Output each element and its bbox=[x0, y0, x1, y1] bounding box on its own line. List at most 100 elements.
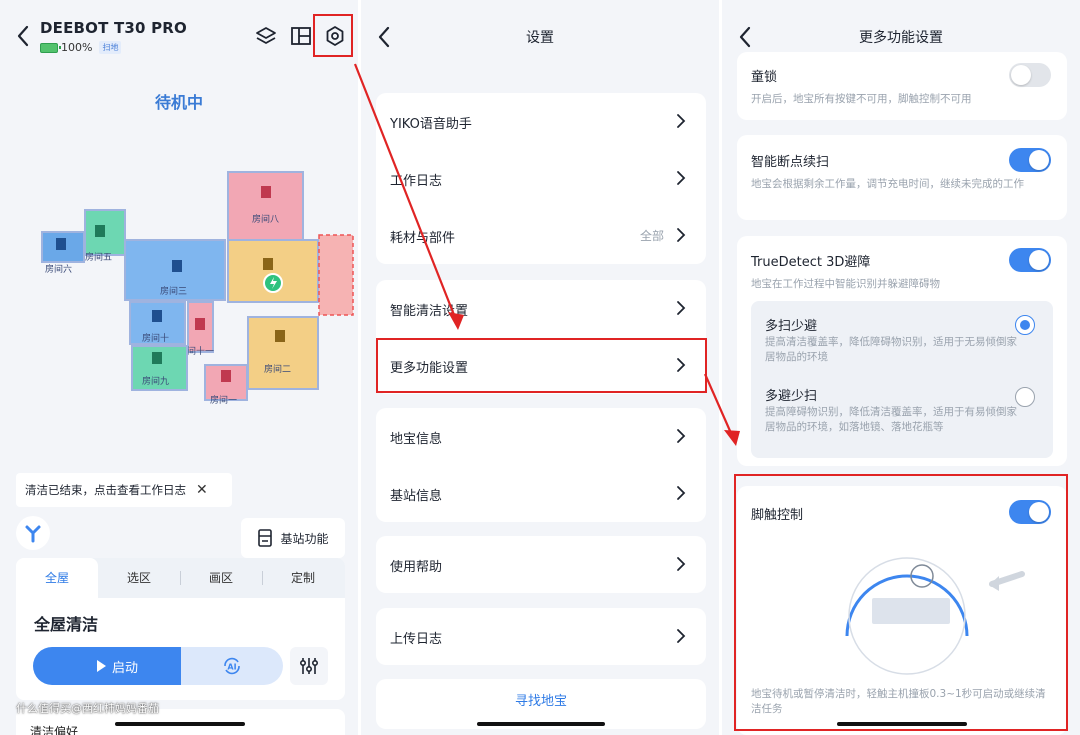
room-house1[interactable]: 房间一 bbox=[204, 364, 248, 406]
child-lock-card: 童锁 开启后，地宝所有按键不可用，脚触控制不可用 bbox=[737, 52, 1067, 120]
robot-home-screen: DEEBOT T30 PRO 100% 扫地 待机中 房间八 房间五 房间六 房… bbox=[0, 0, 358, 735]
row-label: 耗材与部件 bbox=[390, 231, 456, 246]
settings-group-4: 使用帮助 bbox=[376, 536, 706, 593]
svg-text:AI: AI bbox=[227, 663, 236, 672]
device-name: DEEBOT T30 PRO bbox=[40, 19, 188, 37]
foot-control-highlight-box bbox=[734, 474, 1068, 731]
clean-mode-card: 全屋 选区 画区 定制 全屋清洁 启动 AI bbox=[16, 558, 345, 700]
ai-clean-button[interactable]: AI bbox=[181, 647, 283, 685]
settings-row-help[interactable]: 使用帮助 bbox=[376, 536, 706, 593]
room-label: 房间二 bbox=[264, 363, 291, 375]
option-radio[interactable] bbox=[1015, 387, 1035, 407]
clean-preferences-button[interactable] bbox=[290, 647, 328, 685]
room-house10[interactable]: 房间十 bbox=[129, 301, 186, 345]
suction-fan-button[interactable] bbox=[16, 516, 50, 550]
chevron-right-icon bbox=[677, 429, 686, 443]
chevron-right-icon bbox=[677, 557, 686, 571]
option-more-avoid[interactable]: 多避少扫 提高障碍物识别，降低清洁覆盖率，适用于有易倾倒家居物品的环境，如落地镜… bbox=[751, 377, 1053, 458]
room-label: 房间八 bbox=[252, 213, 279, 225]
robot-status: 待机中 bbox=[154, 93, 203, 112]
battery-status: 100% 扫地 bbox=[40, 41, 122, 54]
settings-group-3: 地宝信息 基站信息 bbox=[376, 408, 706, 522]
option-desc: 提高清洁覆盖率，降低障碍物识别，适用于无易倾倒家居物品的环境 bbox=[765, 336, 1017, 363]
close-icon[interactable]: ✕ bbox=[196, 482, 208, 498]
resume-desc: 地宝会根据剩余工作量，调节充电时间，继续未完成的工作 bbox=[751, 178, 1024, 190]
sliders-icon bbox=[299, 658, 319, 674]
room-house5[interactable]: 房间五 bbox=[84, 209, 126, 263]
resume-toggle[interactable] bbox=[1009, 148, 1051, 172]
start-button[interactable]: 启动 bbox=[33, 647, 201, 685]
settings-row-work-log[interactable]: 工作日志 bbox=[376, 150, 706, 207]
row-label: 基站信息 bbox=[390, 489, 443, 504]
chevron-right-icon bbox=[677, 114, 686, 128]
room-label: 房间三 bbox=[160, 285, 187, 297]
truedetect-desc: 地宝在工作过程中智能识别并躲避障碍物 bbox=[751, 278, 940, 290]
settings-group-5: 上传日志 bbox=[376, 608, 706, 665]
settings-row-smart-clean[interactable]: 智能清洁设置 bbox=[376, 280, 706, 337]
tab-select-area[interactable]: 选区 bbox=[98, 558, 180, 598]
row-label: 地宝信息 bbox=[390, 432, 443, 447]
room-label: 房间五 bbox=[85, 251, 112, 263]
more-features-screen: 更多功能设置 童锁 开启后，地宝所有按键不可用，脚触控制不可用 智能断点续扫 地… bbox=[722, 0, 1080, 735]
page-title: 更多功能设置 bbox=[859, 30, 943, 46]
room-living[interactable] bbox=[227, 239, 319, 303]
row-label: YIKO语音助手 bbox=[390, 117, 472, 132]
fan-icon bbox=[25, 525, 41, 543]
settings-row-yiko[interactable]: YIKO语音助手 bbox=[376, 93, 706, 150]
row-label: 工作日志 bbox=[390, 174, 443, 189]
tab-whole-house[interactable]: 全屋 bbox=[16, 558, 98, 598]
settings-group-1: YIKO语音助手 工作日志 耗材与部件 全部 bbox=[376, 93, 706, 264]
row-value: 全部 bbox=[639, 229, 664, 243]
start-label: 启动 bbox=[111, 660, 138, 676]
chevron-right-icon bbox=[677, 228, 686, 242]
cleaning-finished-notice[interactable]: 清洁已结束，点击查看工作日志 ✕ bbox=[16, 473, 232, 507]
option-desc: 提高障碍物识别，降低清洁覆盖率，适用于有易倾倒家居物品的环境，如落地镜、落地花瓶… bbox=[765, 406, 1017, 433]
bottom-card-label: 清洁偏好 bbox=[30, 725, 79, 735]
settings-row-consumables[interactable]: 耗材与部件 全部 bbox=[376, 207, 706, 264]
room-house3[interactable]: 房间三 bbox=[124, 239, 226, 301]
resume-clean-card: 智能断点续扫 地宝会根据剩余工作量，调节充电时间，继续未完成的工作 bbox=[737, 135, 1067, 220]
truedetect-title: TrueDetect 3D避障 bbox=[751, 255, 871, 270]
room-label: 房间一 bbox=[210, 394, 237, 406]
floor-map[interactable]: 房间八 房间五 房间六 房间三 房间十 房间十一 房间九 房间二 房间一 bbox=[30, 160, 358, 410]
home-indicator bbox=[115, 722, 245, 726]
settings-row-robot-info[interactable]: 地宝信息 bbox=[376, 408, 706, 465]
chevron-right-icon bbox=[677, 486, 686, 500]
child-lock-toggle[interactable] bbox=[1009, 63, 1051, 87]
card-title: 全屋清洁 bbox=[34, 615, 99, 634]
station-label: 基站功能 bbox=[280, 531, 329, 546]
room-house9[interactable]: 房间九 bbox=[131, 345, 188, 391]
option-more-clean[interactable]: 多扫少避 提高清洁覆盖率，降低障碍物识别，适用于无易倾倒家居物品的环境 bbox=[751, 301, 1053, 377]
back-arrow-icon[interactable] bbox=[14, 24, 34, 48]
settings-row-station-info[interactable]: 基站信息 bbox=[376, 465, 706, 522]
chevron-right-icon bbox=[677, 301, 686, 315]
restricted-zone[interactable] bbox=[318, 234, 354, 316]
truedetect-card: TrueDetect 3D避障 地宝在工作过程中智能识别并躲避障碍物 多扫少避 … bbox=[737, 236, 1067, 466]
option-title: 多扫少避 bbox=[765, 319, 818, 334]
option-title: 多避少扫 bbox=[765, 389, 818, 404]
room-house6[interactable]: 房间六 bbox=[41, 231, 85, 275]
layers-icon[interactable] bbox=[254, 24, 278, 48]
tab-custom[interactable]: 定制 bbox=[262, 558, 344, 598]
room-house8[interactable]: 房间八 bbox=[227, 171, 304, 241]
room-label: 房间六 bbox=[45, 263, 72, 275]
option-radio-selected[interactable] bbox=[1015, 315, 1035, 335]
station-functions-button[interactable]: 基站功能 bbox=[241, 518, 345, 558]
room-house2[interactable]: 房间二 bbox=[247, 316, 319, 390]
row-label: 上传日志 bbox=[390, 632, 443, 647]
page-title: 设置 bbox=[526, 30, 554, 46]
ai-icon: AI bbox=[224, 657, 240, 675]
watermark: 什么值得买@西红柿妈妈番茄 bbox=[16, 702, 159, 715]
tab-draw-area[interactable]: 画区 bbox=[180, 558, 262, 598]
notice-text: 清洁已结束，点击查看工作日志 bbox=[25, 483, 186, 497]
more-features-highlight-box bbox=[376, 338, 707, 393]
battery-icon bbox=[40, 42, 61, 53]
row-label: 智能清洁设置 bbox=[390, 304, 469, 319]
settings-row-upload-log[interactable]: 上传日志 bbox=[376, 608, 706, 665]
home-indicator bbox=[477, 722, 605, 726]
chevron-right-icon bbox=[677, 629, 686, 643]
settings-highlight-box bbox=[313, 14, 353, 57]
map-edit-icon[interactable] bbox=[289, 24, 313, 48]
truedetect-toggle[interactable] bbox=[1009, 248, 1051, 272]
mode-tag: 扫地 bbox=[99, 41, 122, 54]
